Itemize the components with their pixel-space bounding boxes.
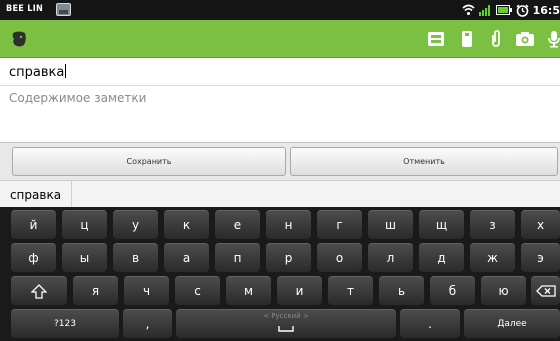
space-bar-icon	[278, 326, 294, 332]
key-к[interactable]: к	[164, 210, 209, 239]
save-button[interactable]: Сохранить	[12, 147, 286, 176]
button-bar: Сохранить Отменить	[0, 142, 560, 180]
suggestion-strip: справка	[0, 180, 560, 208]
note-title-value: справка	[9, 65, 65, 80]
key-й[interactable]: й	[11, 210, 56, 239]
key-д[interactable]: д	[419, 243, 464, 272]
camera-icon[interactable]	[513, 27, 537, 51]
key-о[interactable]: о	[317, 243, 362, 272]
shift-key[interactable]	[11, 276, 67, 305]
cancel-button[interactable]: Отменить	[290, 147, 558, 176]
key-б[interactable]: б	[430, 276, 475, 305]
language-hint: < Русский >	[263, 312, 309, 320]
status-bar: BEE LIN 16:5	[0, 0, 560, 20]
key-м[interactable]: м	[226, 276, 271, 305]
key-я[interactable]: я	[73, 276, 118, 305]
key-з[interactable]: з	[470, 210, 515, 239]
note-content-field[interactable]: Содержимое заметки	[0, 86, 560, 142]
space-key[interactable]: < Русский >	[176, 309, 396, 338]
status-icons: 16:5	[462, 2, 560, 18]
enter-key[interactable]: Далее	[464, 309, 560, 338]
key-ф[interactable]: ф	[11, 243, 56, 272]
note-content-placeholder: Содержимое заметки	[9, 91, 147, 105]
key-у[interactable]: у	[113, 210, 158, 239]
key-ч[interactable]: ч	[124, 276, 169, 305]
battery-icon	[495, 5, 512, 15]
backspace-key[interactable]	[531, 276, 560, 305]
key-с[interactable]: с	[175, 276, 220, 305]
key-п[interactable]: п	[215, 243, 260, 272]
key-ш[interactable]: ш	[368, 210, 413, 239]
key-в[interactable]: в	[113, 243, 158, 272]
key-и[interactable]: и	[277, 276, 322, 305]
key-н[interactable]: н	[266, 210, 311, 239]
key-щ[interactable]: щ	[419, 210, 464, 239]
key-е[interactable]: е	[215, 210, 260, 239]
shift-icon	[31, 283, 47, 299]
alarm-clock-icon	[516, 4, 529, 17]
key-э[interactable]: э	[521, 243, 560, 272]
attach-icon[interactable]	[484, 27, 508, 51]
wifi-icon	[462, 4, 475, 16]
key-ю[interactable]: ю	[481, 276, 526, 305]
microphone-icon[interactable]	[542, 27, 560, 51]
key-ы[interactable]: ы	[62, 243, 107, 272]
symbols-key[interactable]: ?123	[11, 309, 119, 338]
key-т[interactable]: т	[328, 276, 373, 305]
key-ь[interactable]: ь	[379, 276, 424, 305]
image-notification-icon	[56, 3, 71, 16]
suggestion-word[interactable]: справка	[0, 181, 72, 208]
save-note-icon[interactable]	[424, 27, 448, 51]
key-р[interactable]: р	[266, 243, 311, 272]
carrier-name: BEE LIN	[6, 4, 44, 14]
period-key[interactable]: .	[400, 309, 460, 338]
signal-icon	[478, 4, 492, 16]
keyboard: й ц у к е н г ш щ з х ф ы в а п р о л д …	[0, 207, 560, 341]
key-ц[interactable]: ц	[62, 210, 107, 239]
clock: 16:5	[532, 3, 560, 17]
key-х[interactable]: х	[521, 210, 560, 239]
key-л[interactable]: л	[368, 243, 413, 272]
backspace-icon	[535, 285, 556, 297]
app-bar	[0, 20, 560, 58]
key-а[interactable]: а	[164, 243, 209, 272]
text-cursor	[65, 64, 67, 78]
comma-key[interactable]: ,	[123, 309, 172, 338]
note-title-input[interactable]: справка	[9, 64, 67, 80]
evernote-elephant-icon[interactable]	[9, 29, 29, 53]
audio-note-icon[interactable]	[455, 27, 479, 51]
note-title-field[interactable]: справка	[0, 59, 560, 86]
key-ж[interactable]: ж	[470, 243, 515, 272]
key-г[interactable]: г	[317, 210, 362, 239]
